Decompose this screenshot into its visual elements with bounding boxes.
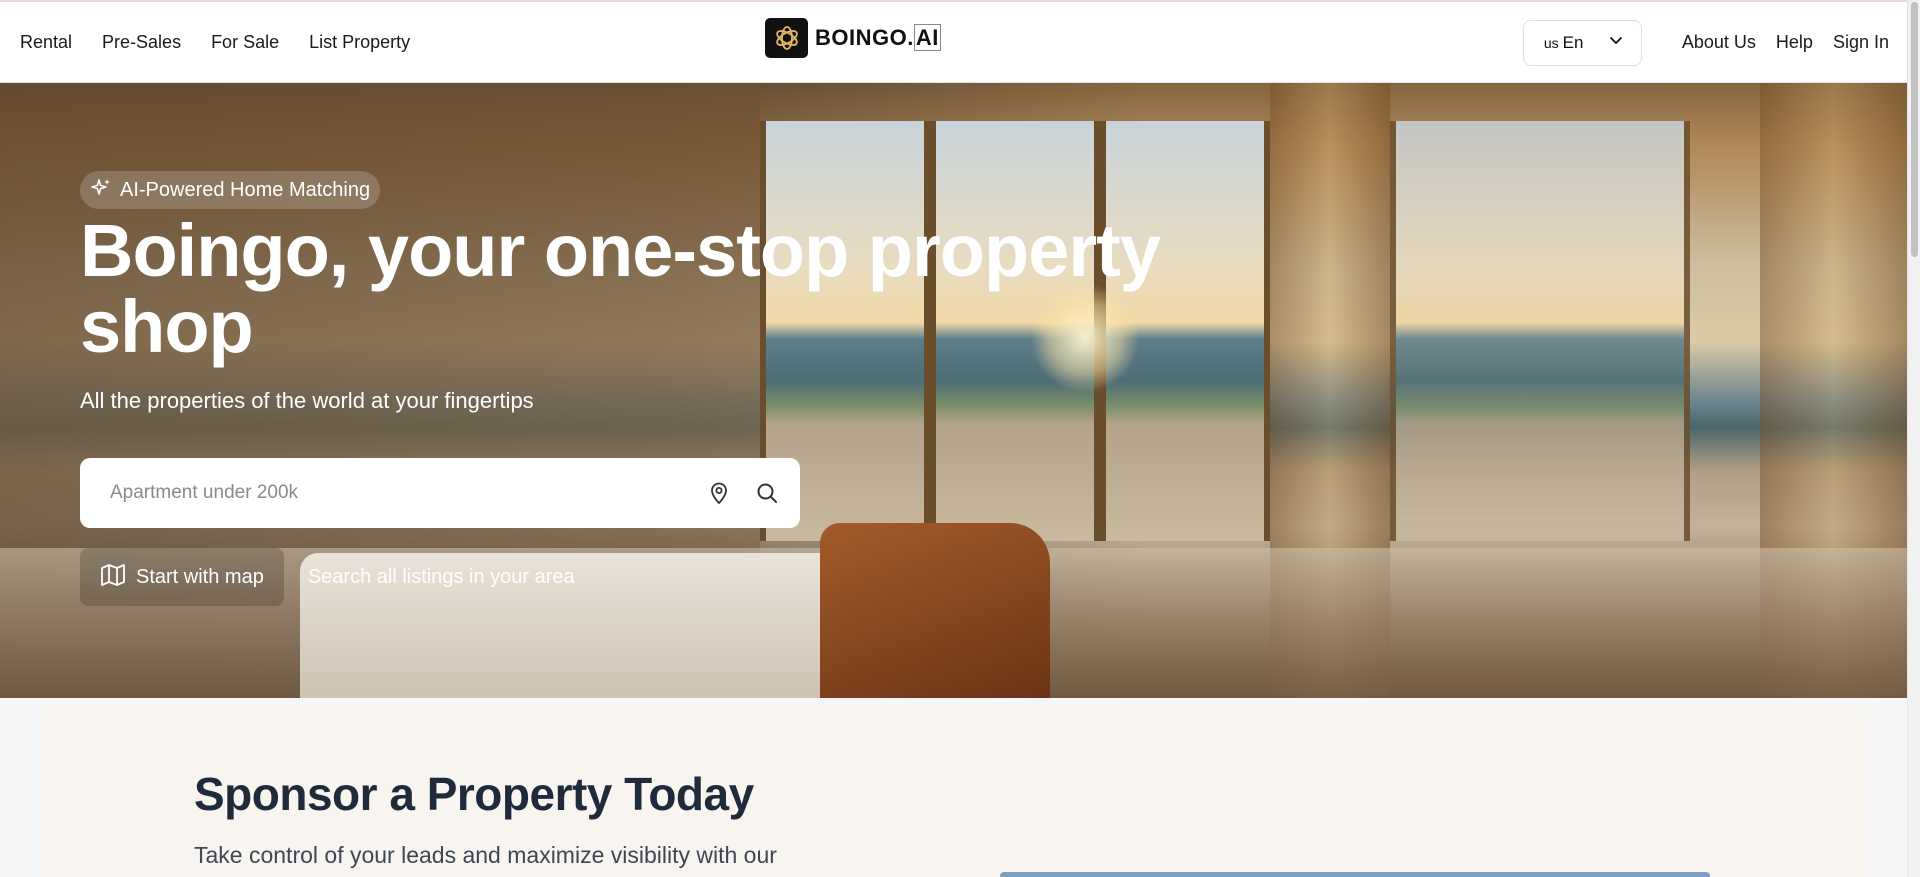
- nav-about-us[interactable]: About Us: [1682, 32, 1756, 53]
- country-code: us: [1543, 34, 1559, 51]
- chevron-down-icon: [1609, 33, 1623, 52]
- nav-for-sale[interactable]: For Sale: [211, 32, 279, 53]
- hero-subtitle: All the properties of the world at your …: [80, 388, 534, 413]
- hero-actions: Start with map Search all listings in yo…: [80, 548, 575, 606]
- hero-bg-window: [1390, 121, 1690, 541]
- logo-wordmark: BOINGO.AI: [815, 24, 941, 51]
- boingo-logo-icon: [765, 18, 808, 58]
- nav-list-property[interactable]: List Property: [309, 32, 410, 53]
- primary-nav: Rental Pre-Sales For Sale List Property: [20, 2, 410, 83]
- start-with-map-label: Start with map: [136, 565, 264, 588]
- language-code: En: [1562, 32, 1584, 52]
- location-pin-icon[interactable]: [698, 472, 740, 514]
- map-icon: [100, 563, 126, 592]
- site-logo[interactable]: BOINGO.AI: [765, 18, 941, 58]
- search-all-listings-link[interactable]: Search all listings in your area: [308, 566, 575, 589]
- nav-sign-in[interactable]: Sign In: [1833, 32, 1889, 53]
- ai-badge: AI-Powered Home Matching: [80, 171, 381, 209]
- sponsor-description: Take control of your leads and maximize …: [194, 842, 777, 868]
- secondary-nav: us En About Us Help Sign In: [1522, 2, 1889, 83]
- search-input[interactable]: [110, 482, 692, 504]
- start-with-map-button[interactable]: Start with map: [80, 548, 284, 606]
- ai-badge-label: AI-Powered Home Matching: [120, 178, 371, 201]
- sponsor-title: Sponsor a Property Today: [194, 768, 754, 820]
- logo-brand: BOINGO.: [815, 25, 914, 50]
- language-label: us En: [1544, 33, 1584, 53]
- hero-section: AI-Powered Home Matching Boingo, your on…: [0, 83, 1907, 698]
- sponsor-section: Sponsor a Property Today Take control of…: [40, 707, 1868, 877]
- nav-pre-sales[interactable]: Pre-Sales: [102, 32, 181, 53]
- page-scrollbar[interactable]: [1907, 0, 1920, 877]
- logo-ai-suffix: AI: [913, 24, 941, 51]
- language-selector[interactable]: us En: [1522, 19, 1642, 66]
- hero-title: Boingo, your one-stop property shop: [80, 209, 1161, 368]
- sponsor-image: [1000, 872, 1710, 877]
- scrollbar-thumb[interactable]: [1911, 2, 1918, 257]
- site-header: Rental Pre-Sales For Sale List Property …: [0, 2, 1907, 83]
- search-icon[interactable]: [746, 472, 788, 514]
- search-bar: [80, 458, 800, 528]
- nav-help[interactable]: Help: [1776, 32, 1813, 53]
- nav-rental[interactable]: Rental: [20, 32, 72, 53]
- hero-content: AI-Powered Home Matching Boingo, your on…: [80, 83, 1280, 698]
- sparkles-icon: [90, 177, 112, 204]
